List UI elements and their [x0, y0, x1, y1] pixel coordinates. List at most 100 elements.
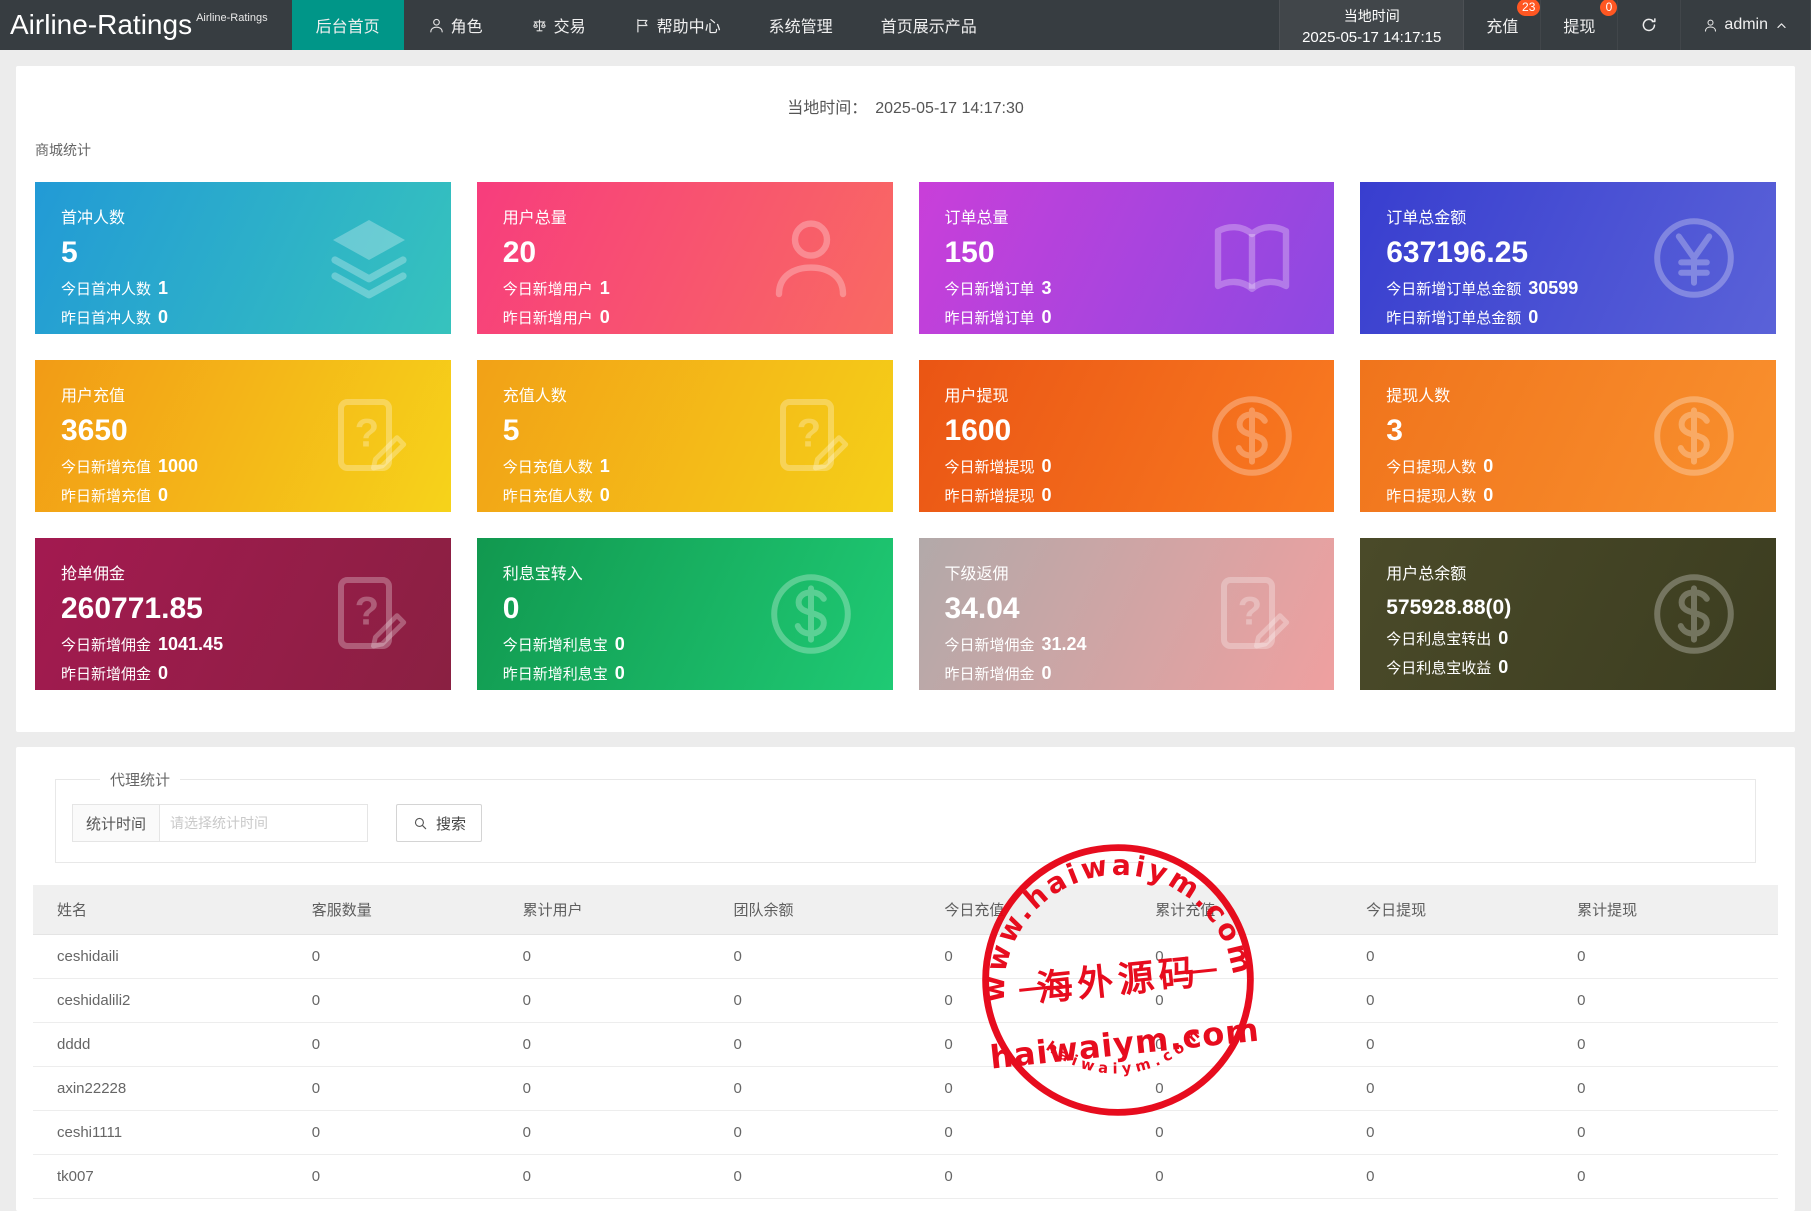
open-book-icon	[1204, 210, 1300, 306]
nav-item-roles[interactable]: 角色	[404, 0, 507, 50]
flag-icon	[634, 17, 651, 34]
main-content: 当地时间：2025-05-17 14:17:30 商城统计 首冲人数 5 今日首…	[0, 66, 1811, 1211]
top-navbar: Airline-Ratings Airline-Ratings 后台首页 角色 …	[0, 0, 1811, 50]
refresh-icon	[1640, 16, 1658, 34]
withdraw-badge: 0	[1600, 0, 1617, 16]
stat-card-recharge-user-count: 充值人数 5 今日充值人数1 昨日充值人数0	[477, 360, 893, 512]
col-header-total-recharge: 累计充值	[1145, 885, 1356, 935]
stat-card-total-orders: 订单总量 150 今日新增订单3 昨日新增订单0	[919, 182, 1335, 334]
table-row: dddd0000000	[33, 1023, 1778, 1067]
card-yesterday-line: 昨日新增充值0	[61, 485, 425, 506]
agent-stats-panel: 代理统计 统计时间 搜索 姓名 客服数量	[16, 747, 1795, 1211]
recharge-link[interactable]: 充值 23	[1464, 0, 1541, 50]
stat-card-subordinate-rebate: 下级返佣 34.04 今日新增佣金31.24 昨日新增佣金0	[919, 538, 1335, 690]
main-nav: 后台首页 角色 交易 帮助中心 系统管理 首页展示产品	[292, 0, 1001, 50]
stat-card-user-recharge: 用户充值 3650 今日新增充值1000 昨日新增充值0	[35, 360, 451, 512]
agent-stats-legend: 代理统计	[100, 769, 180, 790]
dollar-circle-icon	[1646, 388, 1742, 484]
panel-time-label: 当地时间：	[787, 100, 867, 117]
agent-filter-fieldset: 代理统计 统计时间 搜索	[55, 769, 1756, 863]
yen-circle-icon	[1646, 210, 1742, 306]
card-yesterday-line: 昨日新增用户0	[503, 307, 867, 328]
person-icon	[428, 17, 445, 34]
nav-label: 首页展示产品	[881, 13, 977, 37]
card-yesterday-line: 昨日新增佣金0	[61, 663, 425, 684]
username: admin	[1724, 16, 1768, 34]
stat-card-user-withdraw: 用户提现 1600 今日新增提现0 昨日新增提现0	[919, 360, 1335, 512]
stat-cards-grid: 首冲人数 5 今日首冲人数1 昨日首冲人数0 用户总量 20 今日新增用户1 昨…	[16, 160, 1795, 726]
nav-item-trade[interactable]: 交易	[507, 0, 610, 50]
filter-row: 统计时间 搜索	[72, 804, 1739, 842]
stat-card-withdraw-user-count: 提现人数 3 今日提现人数0 昨日提现人数0	[1360, 360, 1776, 512]
recharge-label: 充值	[1486, 19, 1518, 36]
search-label: 搜索	[436, 813, 466, 834]
stat-card-total-order-amount: 订单总金额 637196.25 今日新增订单总金额30599 昨日新增订单总金额…	[1360, 182, 1776, 334]
card-yesterday-line: 昨日新增佣金0	[945, 663, 1309, 684]
stat-time-label: 统计时间	[72, 804, 160, 842]
col-header-name: 姓名	[33, 885, 302, 935]
local-time-block: 当地时间 2025-05-17 14:17:15	[1279, 0, 1464, 50]
nav-label: 交易	[554, 13, 586, 37]
col-header-today-withdraw: 今日提现	[1356, 885, 1567, 935]
nav-item-dashboard[interactable]: 后台首页	[292, 0, 404, 50]
stat-card-first-recharge-count: 首冲人数 5 今日首冲人数1 昨日首冲人数0	[35, 182, 451, 334]
contract-edit-icon	[321, 566, 417, 662]
contract-edit-icon	[1204, 566, 1300, 662]
user-icon	[763, 210, 859, 306]
stat-card-user-total-balance: 用户总余额 575928.88(0) 今日利息宝转出0 今日利息宝收益0	[1360, 538, 1776, 690]
col-header-total-users: 累计用户	[513, 885, 724, 935]
user-menu[interactable]: admin	[1681, 0, 1811, 50]
search-button[interactable]: 搜索	[396, 804, 482, 842]
nav-item-home-products[interactable]: 首页展示产品	[857, 0, 1001, 50]
nav-label: 帮助中心	[657, 13, 721, 37]
stat-card-lixibao-transfer-in: 利息宝转入 0 今日新增利息宝0 昨日新增利息宝0	[477, 538, 893, 690]
local-time-value: 2025-05-17 14:17:15	[1302, 27, 1441, 48]
panel-time-value: 2025-05-17 14:17:30	[875, 100, 1024, 117]
card-yesterday-line: 昨日首冲人数0	[61, 307, 425, 328]
recharge-badge: 23	[1517, 0, 1540, 16]
contract-edit-icon	[321, 388, 417, 484]
nav-label: 系统管理	[769, 13, 833, 37]
stat-time-input[interactable]	[160, 804, 368, 842]
navbar-right: 当地时间 2025-05-17 14:17:15 充值 23 提现 0	[1279, 0, 1811, 50]
nav-label: 角色	[451, 13, 483, 37]
dollar-circle-icon	[1646, 566, 1742, 662]
nav-item-help-center[interactable]: 帮助中心	[610, 0, 745, 50]
chevron-up-icon	[1775, 19, 1788, 32]
card-yesterday-line: 昨日新增利息宝0	[503, 663, 867, 684]
brand-title: Airline-Ratings	[10, 9, 192, 41]
refresh-button[interactable]	[1618, 0, 1681, 50]
table-row: ceshi11110000000	[33, 1111, 1778, 1155]
card-yesterday-line: 昨日新增提现0	[945, 485, 1309, 506]
card-yesterday-line: 昨日提现人数0	[1386, 485, 1750, 506]
dollar-circle-icon	[1204, 388, 1300, 484]
page: Airline-Ratings Airline-Ratings 后台首页 角色 …	[0, 0, 1811, 1207]
table-row: ceshidalili20000000	[33, 979, 1778, 1023]
col-header-today-recharge: 今日充值	[934, 885, 1145, 935]
nav-item-system-manage[interactable]: 系统管理	[745, 0, 857, 50]
table-row: ceshidaili0000000	[33, 935, 1778, 979]
withdraw-link[interactable]: 提现 0	[1541, 0, 1618, 50]
stat-card-total-users: 用户总量 20 今日新增用户1 昨日新增用户0	[477, 182, 893, 334]
col-header-team-balance: 团队余额	[724, 885, 935, 935]
dollar-circle-icon	[763, 566, 859, 662]
table-row: axin222280000000	[33, 1067, 1778, 1111]
brand-logo[interactable]: Airline-Ratings Airline-Ratings	[0, 0, 278, 50]
panel-local-time: 当地时间： 2025-05-17 14:17:30	[16, 66, 1795, 118]
col-header-service-count: 客服数量	[302, 885, 513, 935]
card-yesterday-line: 昨日充值人数0	[503, 485, 867, 506]
layers-icon	[321, 210, 417, 306]
local-time-label: 当地时间	[1302, 6, 1441, 27]
card-yesterday-line: 昨日新增订单0	[945, 307, 1309, 328]
col-header-total-withdraw: 累计提现	[1567, 885, 1778, 935]
brand-subtitle: Airline-Ratings	[196, 12, 268, 24]
agent-table: 姓名 客服数量 累计用户 团队余额 今日充值 累计充值 今日提现 累计提现 ce…	[33, 885, 1778, 1199]
table-row: tk0070000000	[33, 1155, 1778, 1199]
mall-stats-panel: 当地时间：2025-05-17 14:17:30 商城统计 首冲人数 5 今日首…	[16, 66, 1795, 732]
card-yesterday-line: 昨日新增订单总金额0	[1386, 307, 1750, 328]
person-icon	[1703, 18, 1718, 33]
search-icon	[412, 815, 429, 832]
withdraw-label: 提现	[1563, 19, 1595, 36]
scales-icon	[531, 17, 548, 34]
stat-card-grab-order-commission: 抢单佣金 260771.85 今日新增佣金1041.45 昨日新增佣金0	[35, 538, 451, 690]
